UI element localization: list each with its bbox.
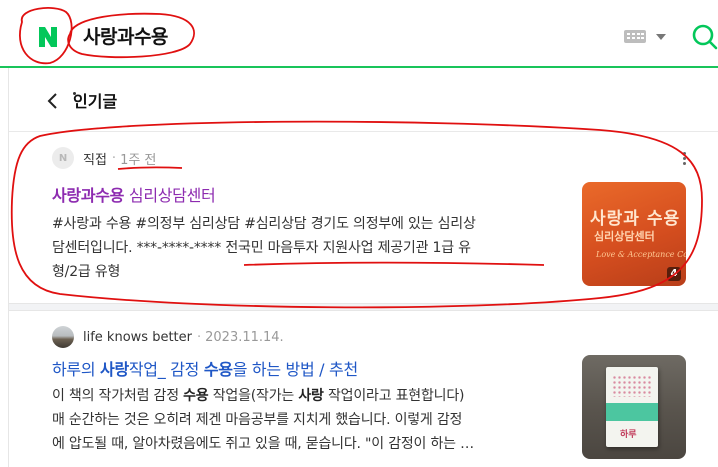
post-title-text: 심리상담센터 bbox=[124, 186, 216, 205]
author-name[interactable]: 직접 bbox=[83, 149, 107, 168]
snippet-line: 형/2급 유형 bbox=[52, 264, 121, 280]
thumbnail-script-text: Love & Acceptance Counseling Center bbox=[596, 250, 686, 259]
post-date: 1주 전 bbox=[120, 152, 157, 168]
author-avatar[interactable]: N bbox=[52, 147, 74, 169]
post-card[interactable]: life knows better · 2023.11.14. 하루의 사랑작업… bbox=[9, 311, 718, 467]
post-card[interactable]: N 직접 · 1주 전 사랑과수용 심리상담센터 #사랑과 수용 #의정부 심리… bbox=[9, 132, 718, 303]
post-title-highlight: 사랑 bbox=[100, 360, 129, 379]
snippet-line: 담센터입니다. ***-****-**** 전국민 마음투자 지원사업 제공기관… bbox=[52, 240, 471, 256]
post-thumbnail[interactable]: 사랑과 수용 심리상담센터 Love & Acceptance Counseli… bbox=[582, 182, 686, 286]
post-meta: life knows better · 2023.11.14. bbox=[52, 325, 284, 349]
meta-separator: · bbox=[111, 150, 117, 166]
post-title-link[interactable]: 하루의 사랑작업_ 감정 수용을 하는 방법 / 추천 bbox=[52, 356, 358, 380]
post-snippet[interactable]: 이 책의 작가처럼 감정 수용 작업을(작가는 사랑 작업이라고 표현합니다) … bbox=[52, 384, 572, 456]
card-separator bbox=[9, 303, 718, 311]
thumbnail-subtitle: 심리상담센터 bbox=[594, 230, 655, 243]
section-title: 인기글 bbox=[73, 92, 118, 111]
post-title-link[interactable]: 사랑과수용 심리상담센터 bbox=[52, 182, 216, 206]
author-name[interactable]: life knows better bbox=[83, 330, 192, 345]
snippet-text: 작업이라고 표현합니다) bbox=[323, 388, 465, 404]
thumbnail-title: 사랑과 수용 bbox=[590, 209, 681, 229]
post-title-text: 하루의 bbox=[52, 360, 101, 379]
post-meta: N 직접 · 1주 전 bbox=[52, 146, 156, 170]
meta-separator: · bbox=[196, 329, 202, 345]
search-icon[interactable] bbox=[690, 22, 718, 52]
section-header: 인기글 bbox=[9, 68, 718, 132]
search-header: 사랑과수용 bbox=[0, 0, 718, 68]
author-avatar[interactable] bbox=[52, 326, 74, 348]
snippet-line: #사랑과 수용 #의정부 심리상담 #심리상담 경기도 의정부에 있는 심리상 bbox=[52, 216, 476, 232]
snippet-text: 작업을(작가는 bbox=[208, 388, 299, 404]
post-title-text: 작업_ 감정 bbox=[128, 360, 204, 379]
snippet-text: 이 책의 작가처럼 감정 bbox=[52, 388, 184, 404]
naver-logo-icon[interactable] bbox=[31, 20, 65, 54]
book-cover-label: 하루 bbox=[620, 430, 637, 440]
post-thumbnail[interactable]: 하루 bbox=[582, 355, 686, 459]
snippet-highlight: 사랑 bbox=[298, 388, 324, 404]
post-title-text: 을 하는 방법 / 추천 bbox=[232, 360, 358, 379]
snippet-line: 이 책의 작가처럼 감정 수용 작업을(작가는 사랑 작업이라고 표현합니다) bbox=[52, 384, 572, 408]
search-query[interactable]: 사랑과수용 bbox=[83, 22, 168, 49]
book-cover-image: 하루 bbox=[606, 367, 658, 447]
back-chevron-icon[interactable] bbox=[45, 90, 61, 112]
post-snippet[interactable]: #사랑과 수용 #의정부 심리상담 #심리상담 경기도 의정부에 있는 심리상 … bbox=[52, 212, 572, 284]
post-title-highlight: 수용 bbox=[203, 360, 233, 379]
image-count-badge: 4 bbox=[667, 267, 681, 281]
snippet-line: 에 압도될 때, 알아차렸음에도 쥐고 있을 때, 묻습니다. "이 감정이 하… bbox=[52, 436, 474, 452]
snippet-highlight: 수용 bbox=[183, 388, 209, 404]
post-date: 2023.11.14. bbox=[205, 329, 284, 345]
more-options-icon[interactable] bbox=[683, 152, 687, 166]
post-title-highlight: 사랑과수용 bbox=[52, 186, 125, 205]
chevron-down-icon[interactable] bbox=[656, 34, 666, 40]
snippet-line: 매 순간하는 것은 오히려 제겐 마음공부를 지치게 했습니다. 이렇게 감정 bbox=[52, 412, 463, 428]
keyboard-icon[interactable] bbox=[624, 30, 646, 43]
